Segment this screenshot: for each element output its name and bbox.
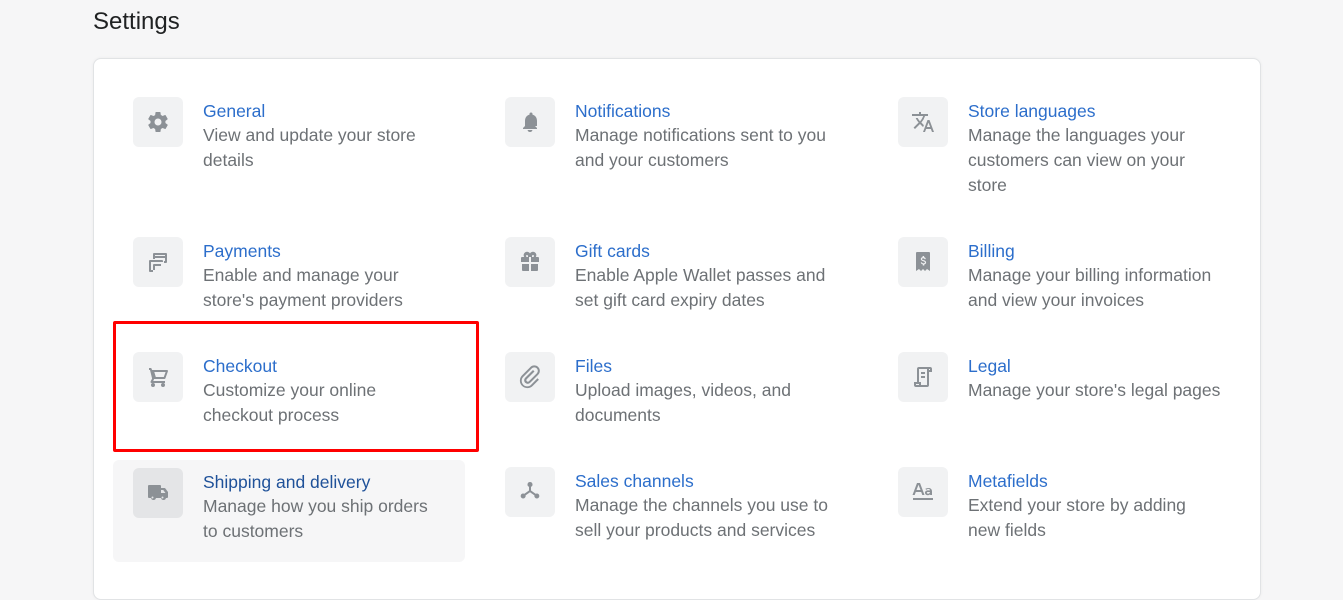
item-title[interactable]: Sales channels	[575, 469, 840, 493]
item-title[interactable]: Files	[575, 354, 815, 378]
settings-item-metafields[interactable]: Metafields Extend your store by adding n…	[898, 467, 1250, 567]
gift-icon	[505, 237, 555, 287]
item-title[interactable]: Checkout	[203, 354, 403, 378]
item-title[interactable]: Payments	[203, 239, 418, 263]
settings-item-gift-cards[interactable]: Gift cards Enable Apple Wallet passes an…	[505, 237, 857, 337]
settings-item-store-languages[interactable]: Store languages Manage the languages you…	[898, 97, 1250, 197]
cart-icon	[133, 352, 183, 402]
payment-card-icon	[133, 237, 183, 287]
settings-item-billing[interactable]: Billing Manage your billing information …	[898, 237, 1250, 337]
item-description: Upload images, videos, and documents	[575, 380, 791, 425]
item-description: Customize your online checkout process	[203, 380, 377, 425]
item-title[interactable]: Notifications	[575, 99, 840, 123]
item-description: Manage the channels you use to sell your…	[575, 495, 828, 540]
settings-item-shipping-and-delivery[interactable]: Shipping and delivery Manage how you shi…	[113, 460, 465, 562]
translate-icon	[898, 97, 948, 147]
bell-icon	[505, 97, 555, 147]
settings-item-checkout[interactable]: Checkout Customize your online checkout …	[133, 352, 485, 452]
item-title[interactable]: Shipping and delivery	[203, 470, 443, 494]
settings-item-payments[interactable]: Payments Enable and manage your store's …	[133, 237, 485, 337]
item-title[interactable]: Gift cards	[575, 239, 835, 263]
invoice-icon	[898, 237, 948, 287]
item-description: Manage notifications sent to you and you…	[575, 125, 826, 170]
settings-item-notifications[interactable]: Notifications Manage notifications sent …	[505, 97, 857, 197]
item-description: Extend your store by adding new fields	[968, 495, 1186, 540]
settings-item-legal[interactable]: Legal Manage your store's legal pages	[898, 352, 1250, 452]
item-description: Enable Apple Wallet passes and set gift …	[575, 265, 826, 310]
item-title[interactable]: Store languages	[968, 99, 1193, 123]
item-title[interactable]: Metafields	[968, 469, 1198, 493]
item-title[interactable]: Billing	[968, 239, 1228, 263]
gear-icon	[133, 97, 183, 147]
truck-icon	[133, 468, 183, 518]
page-title: Settings	[93, 8, 180, 35]
item-description: Manage how you ship orders to customers	[203, 496, 428, 541]
document-icon	[898, 352, 948, 402]
settings-item-files[interactable]: Files Upload images, videos, and documen…	[505, 352, 857, 452]
item-title[interactable]: General	[203, 99, 443, 123]
paperclip-icon	[505, 352, 555, 402]
item-description: Manage your billing information and view…	[968, 265, 1212, 310]
item-description: Manage the languages your customers can …	[968, 125, 1185, 195]
item-description: Manage your store's legal pages	[968, 380, 1221, 400]
channels-icon	[505, 467, 555, 517]
item-description: Enable and manage your store's payment p…	[203, 265, 403, 310]
settings-item-general[interactable]: General View and update your store detai…	[133, 97, 485, 197]
item-title[interactable]: Legal	[968, 354, 1238, 378]
metafields-icon	[898, 467, 948, 517]
settings-item-sales-channels[interactable]: Sales channels Manage the channels you u…	[505, 467, 857, 567]
item-description: View and update your store details	[203, 125, 416, 170]
